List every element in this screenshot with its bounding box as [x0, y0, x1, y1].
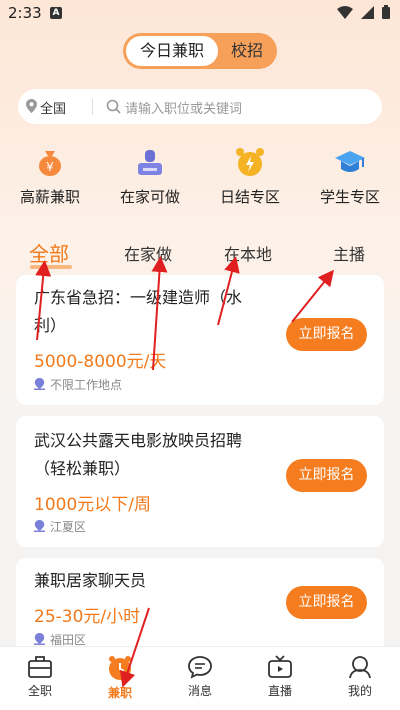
search-divider [92, 99, 93, 115]
tv-icon [268, 655, 292, 678]
search-icon [106, 99, 121, 114]
tab-active-indicator [30, 265, 72, 269]
location-pin-icon [34, 520, 45, 532]
apply-button[interactable]: 立即报名 [286, 318, 367, 351]
category-daily-pay[interactable]: 日结专区 [202, 146, 298, 207]
category-label: 日结专区 [219, 188, 280, 206]
bottom-nav: 全职 兼职 消息 直播 我的 [0, 646, 400, 710]
tab-local[interactable]: 在本地 [224, 241, 272, 265]
job-salary: 5000-8000元/天 [34, 352, 167, 372]
toggle-campus[interactable]: 校招 [220, 36, 274, 66]
location-pin-icon [26, 99, 37, 113]
category-label: 在家可做 [119, 188, 180, 206]
person-icon [349, 656, 371, 679]
apply-button[interactable]: 立即报名 [286, 459, 367, 492]
job-title: 兼职居家聊天员 [34, 571, 147, 590]
category-label: 高薪兼职 [19, 188, 80, 206]
status-bar: 2:33 A [0, 0, 400, 26]
job-card[interactable]: 兼职居家聊天员 25-30元/小时 福田区 立即报名 [16, 558, 384, 658]
apply-button[interactable]: 立即报名 [286, 586, 367, 619]
search-bar: 全国 请输入职位或关键词 [18, 89, 382, 124]
nav-label: 消息 [187, 684, 212, 698]
location-pin-icon [34, 378, 45, 390]
graduation-cap-icon [335, 151, 365, 172]
job-salary: 25-30元/小时 [34, 607, 141, 627]
tab-streamer[interactable]: 主播 [333, 241, 365, 265]
alarm-clock-icon [236, 148, 264, 176]
tab-work-from-home[interactable]: 在家做 [124, 241, 172, 265]
status-icons [337, 5, 390, 19]
nav-profile[interactable]: 我的 [320, 655, 400, 699]
tab-all[interactable]: 全部 [29, 238, 69, 267]
job-title: 广东省急招：一级建造师（水利） [34, 288, 243, 335]
category-students[interactable]: 学生专区 [302, 146, 398, 207]
battery-icon [382, 5, 390, 19]
nav-label: 全职 [27, 684, 52, 698]
job-card[interactable]: 广东省急招：一级建造师（水利） 5000-8000元/天 不限工作地点 立即报名 [16, 275, 384, 405]
svg-text:¥: ¥ [46, 160, 54, 174]
nav-label: 直播 [267, 684, 292, 698]
briefcase-icon [28, 656, 52, 678]
search-input[interactable]: 请输入职位或关键词 [125, 98, 242, 117]
nav-live[interactable]: 直播 [240, 655, 320, 699]
money-bag-icon: ¥ [39, 151, 61, 176]
category-high-pay[interactable]: ¥ 高薪兼职 [2, 146, 98, 207]
nav-parttime[interactable]: 兼职 [80, 655, 160, 701]
nav-label: 兼职 [107, 686, 132, 700]
nav-messages[interactable]: 消息 [160, 655, 240, 699]
job-salary: 1000元以下/周 [34, 495, 151, 515]
job-location: 江夏区 [50, 520, 87, 534]
notification-icon: A [50, 7, 62, 19]
toggle-today-parttime[interactable]: 今日兼职 [126, 36, 218, 66]
location-selector[interactable]: 全国 [40, 98, 66, 117]
house-icon [138, 150, 162, 175]
job-title: 武汉公共露天电影放映员招聘（轻松兼职） [34, 431, 243, 478]
signal-icon [361, 5, 374, 19]
job-card[interactable]: 武汉公共露天电影放映员招聘（轻松兼职） 1000元以下/周 江夏区 立即报名 [16, 416, 384, 547]
location-pin-icon [34, 633, 45, 645]
job-location: 不限工作地点 [50, 378, 123, 392]
nav-label: 我的 [347, 684, 372, 698]
category-work-from-home[interactable]: 在家可做 [102, 146, 198, 207]
chat-icon [188, 656, 212, 679]
status-time: 2:33 [8, 4, 42, 22]
nav-fulltime[interactable]: 全职 [0, 655, 80, 699]
wifi-icon [337, 5, 353, 19]
job-type-toggle: 今日兼职 校招 [123, 33, 277, 69]
category-label: 学生专区 [319, 188, 380, 206]
clock-icon [109, 656, 131, 680]
